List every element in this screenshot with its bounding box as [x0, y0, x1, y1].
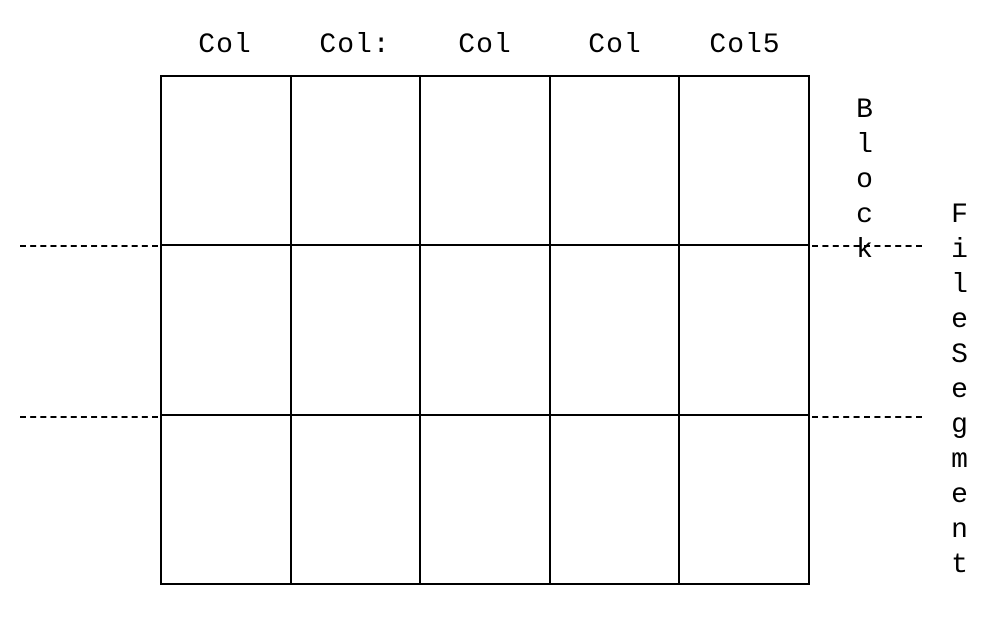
grid-row	[162, 246, 808, 415]
grid-row	[162, 77, 808, 246]
grid-cell	[292, 416, 422, 583]
grid-cell	[292, 246, 422, 413]
block-boundary-line	[20, 245, 158, 247]
grid-cell	[551, 77, 681, 244]
grid-cell	[680, 246, 808, 413]
grid-cell	[162, 77, 292, 244]
grid-cell	[551, 416, 681, 583]
data-grid	[160, 75, 810, 585]
column-header-5: Col5	[680, 30, 810, 61]
grid-cell	[680, 416, 808, 583]
grid-cell	[421, 416, 551, 583]
column-header-3: Col	[420, 30, 550, 61]
filesegment-label: FileSegment	[944, 200, 975, 585]
grid-cell	[551, 246, 681, 413]
column-header-4: Col	[550, 30, 680, 61]
grid-container: Col Col: Col Col Col5	[160, 75, 810, 585]
block-boundary-line	[812, 416, 922, 418]
column-header-2: Col:	[290, 30, 420, 61]
block-boundary-line	[20, 416, 158, 418]
grid-cell	[680, 77, 808, 244]
grid-cell	[162, 246, 292, 413]
grid-cell	[162, 416, 292, 583]
grid-cell	[421, 77, 551, 244]
grid-cell	[292, 77, 422, 244]
grid-row	[162, 416, 808, 583]
column-header-1: Col	[160, 30, 290, 61]
grid-cell	[421, 246, 551, 413]
block-label: Block	[849, 95, 880, 270]
